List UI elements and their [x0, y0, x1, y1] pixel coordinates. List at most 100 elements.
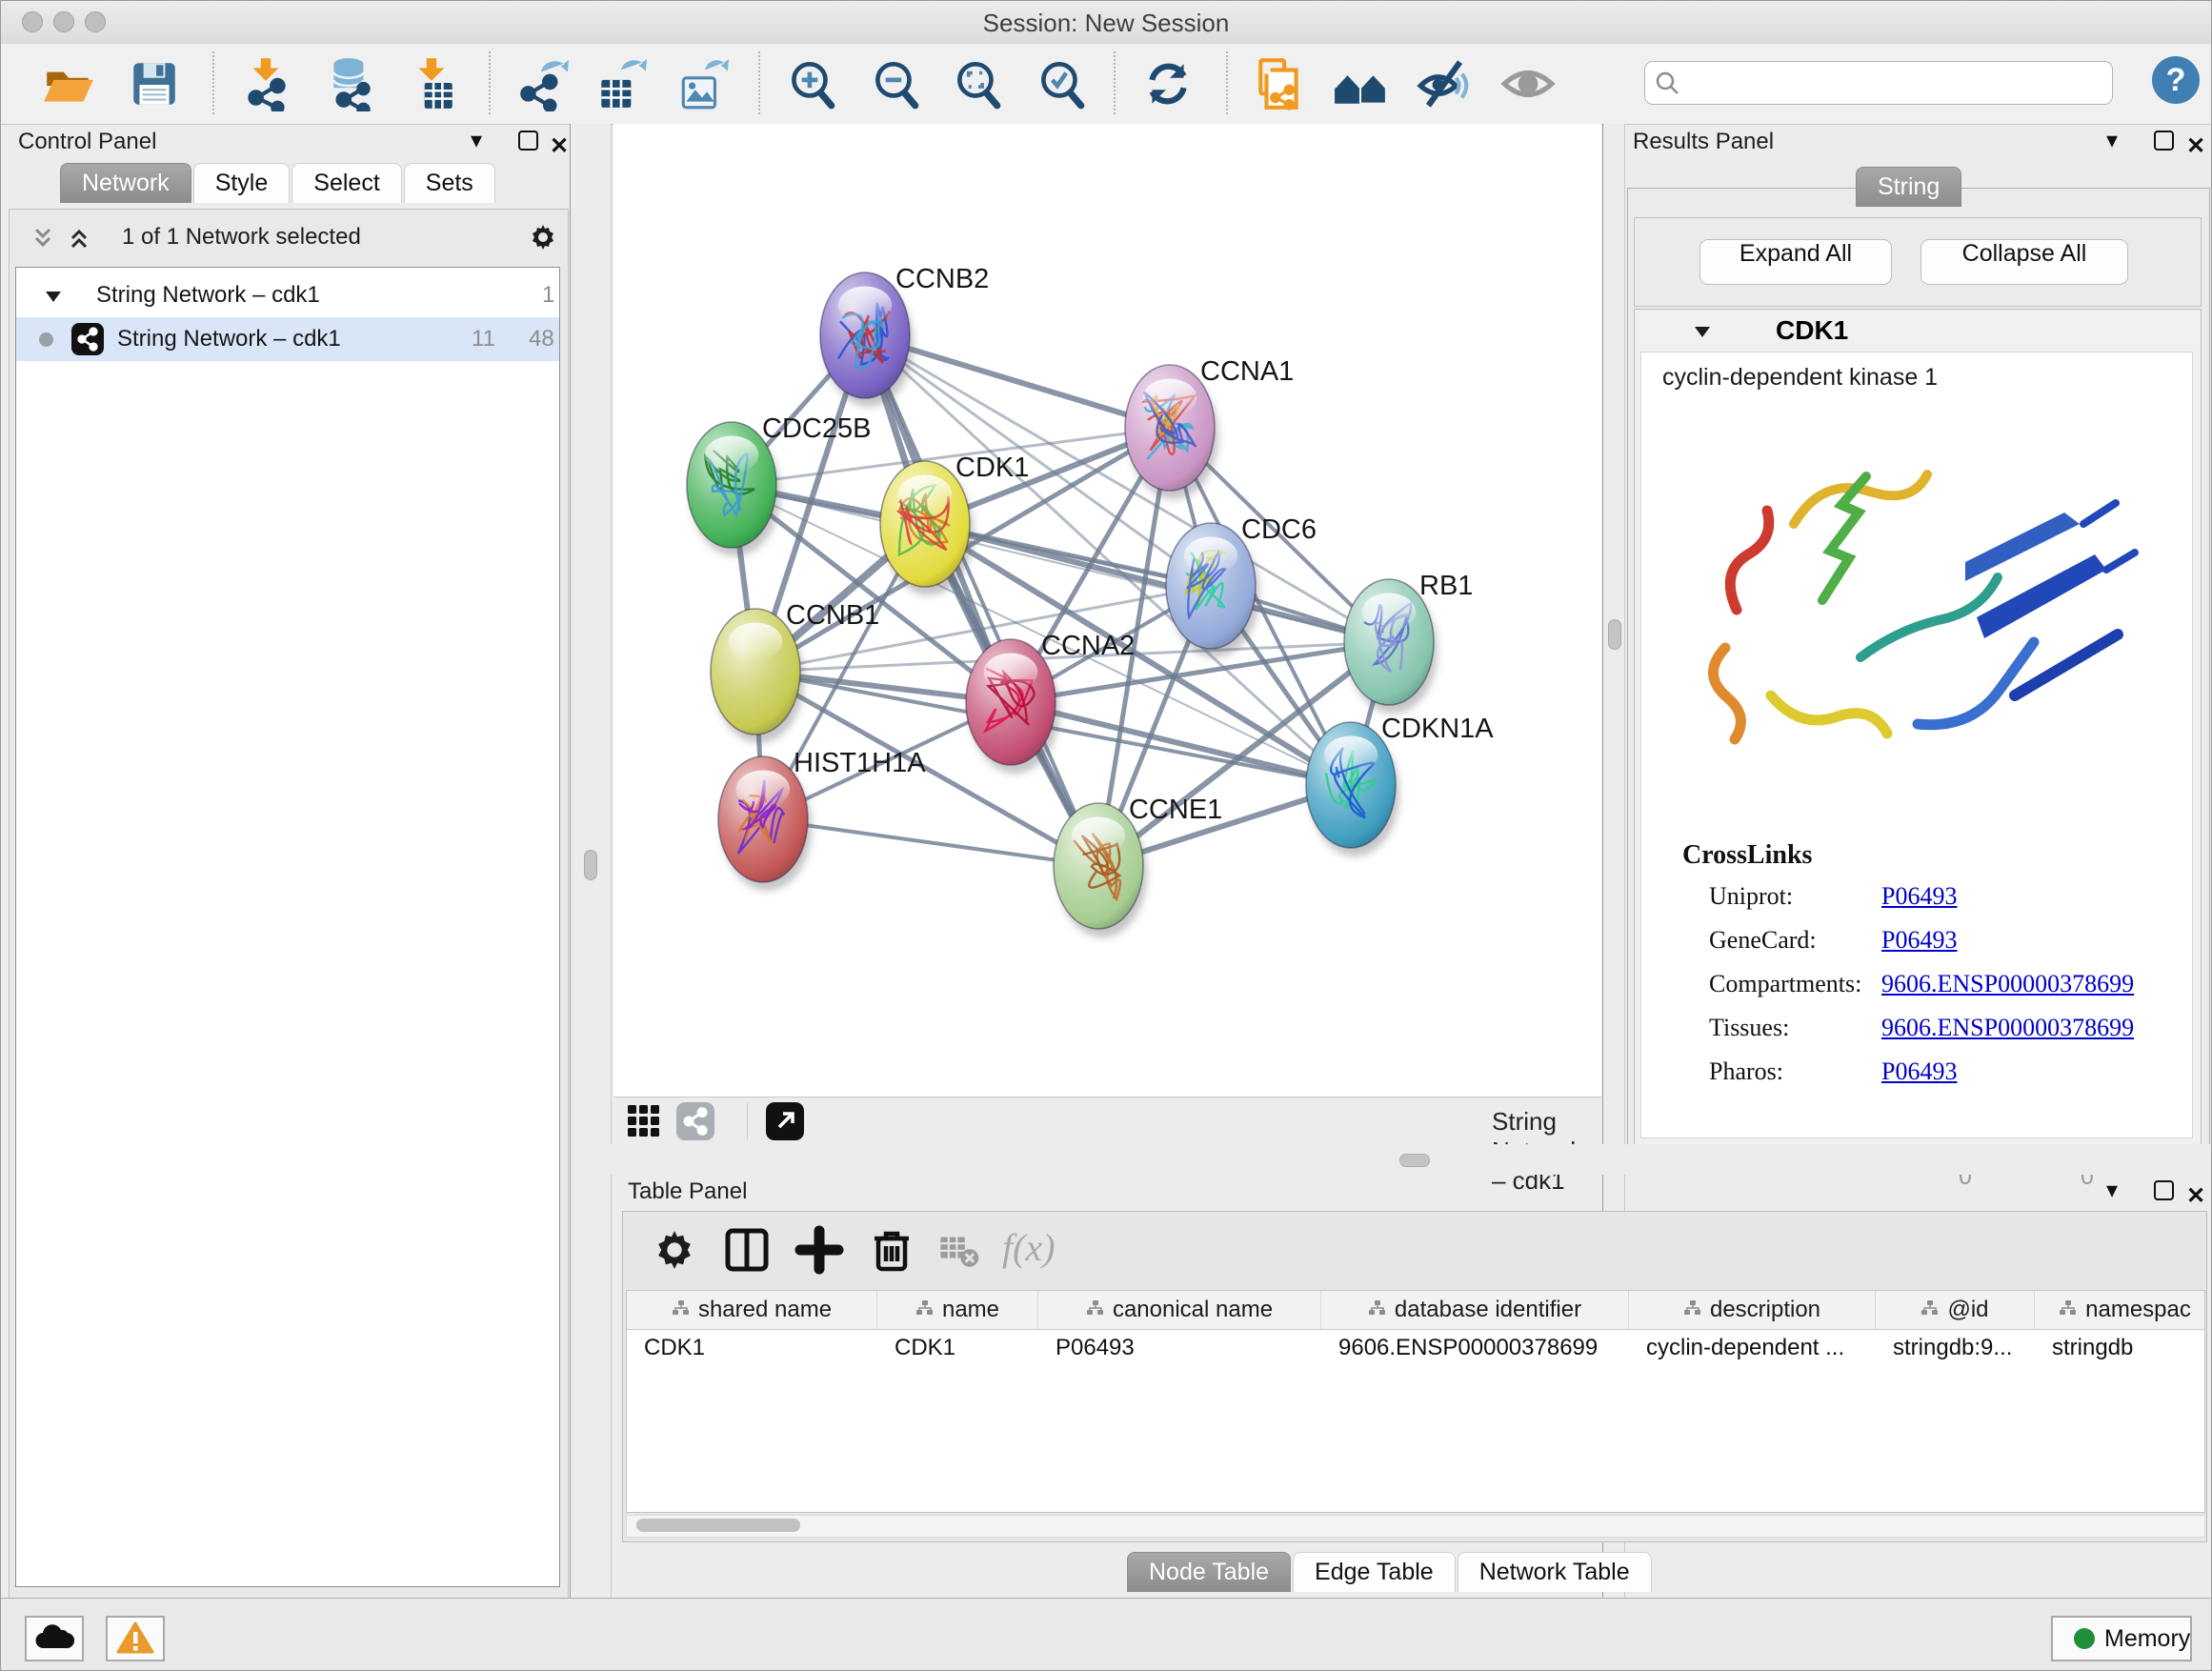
network-canvas[interactable]: CCNB2CCNA1CDC25BCDK1CDC6RB1CCNB1CCNA2CDK…: [613, 124, 1601, 1097]
table-options-gear-icon[interactable]: [650, 1225, 699, 1275]
collapse-all-chevron-icon[interactable]: [29, 224, 57, 252]
network-options-gear-icon[interactable]: [527, 221, 559, 253]
export-network-icon[interactable]: [515, 56, 571, 111]
delete-column-trash-icon[interactable]: [867, 1225, 916, 1275]
crosslink-value-link[interactable]: P06493: [1881, 1057, 1957, 1086]
edge-HIST1H1A-CCNE1[interactable]: [763, 819, 1098, 866]
warning-status-button[interactable]: [106, 1616, 165, 1661]
import-network-from-database-icon[interactable]: [323, 56, 378, 111]
section-collapse-triangle-icon[interactable]: [1692, 321, 1713, 342]
control-panel-maximize-icon[interactable]: [518, 131, 538, 151]
help-button[interactable]: ?: [2152, 56, 2200, 104]
column-header-description[interactable]: description: [1629, 1291, 1876, 1329]
open-in-window-icon[interactable]: [766, 1102, 804, 1140]
table-panel-float-icon[interactable]: ▾: [2106, 1177, 2118, 1204]
column-header--id[interactable]: @id: [1876, 1291, 2035, 1329]
results-panel-maximize-icon[interactable]: [2154, 131, 2174, 151]
add-column-plus-icon[interactable]: [794, 1225, 844, 1275]
table-cell[interactable]: cyclin-dependent ...: [1629, 1329, 1876, 1367]
crosslink-value-link[interactable]: P06493: [1881, 882, 1957, 911]
horizontal-splitter-handle[interactable]: [1399, 1154, 1430, 1167]
import-table-from-file-icon[interactable]: [405, 56, 460, 111]
node-CDC25B[interactable]: CDC25B: [687, 413, 871, 556]
left-splitter[interactable]: [570, 124, 612, 1598]
tab-string[interactable]: String: [1856, 167, 1961, 207]
horizontal-splitter[interactable]: [611, 1144, 2212, 1175]
birdseye-grid-icon[interactable]: [625, 1102, 663, 1140]
results-panel-float-icon[interactable]: ▾: [2106, 127, 2118, 154]
expand-all-chevron-icon[interactable]: [65, 224, 93, 252]
first-neighbors-houses-icon[interactable]: [1333, 56, 1388, 111]
node-CCNE1[interactable]: CCNE1: [1054, 795, 1222, 937]
zoom-selected-icon[interactable]: [1034, 56, 1089, 111]
import-network-from-file-icon[interactable]: [239, 56, 294, 111]
crosslink-value-link[interactable]: 9606.ENSP00000378699: [1881, 970, 2134, 998]
export-table-icon[interactable]: [593, 56, 649, 111]
crosslink-value-link[interactable]: P06493: [1881, 926, 1957, 955]
export-image-icon[interactable]: [675, 56, 731, 111]
pan-crosshair-icon[interactable]: [1555, 1101, 1595, 1141]
results-panel-close-icon[interactable]: ✕: [2186, 132, 2205, 160]
tab-edge-table[interactable]: Edge Table: [1293, 1552, 1456, 1592]
clone-network-icon[interactable]: [1253, 56, 1308, 111]
edge-CCNB2-CCNE1[interactable]: [865, 335, 1098, 866]
search-input[interactable]: [1644, 61, 2113, 105]
tab-select[interactable]: Select: [292, 163, 401, 203]
tab-sets[interactable]: Sets: [404, 163, 495, 203]
table-cell[interactable]: P06493: [1038, 1329, 1321, 1367]
delete-table-icon[interactable]: [937, 1225, 979, 1275]
node-CCNA1[interactable]: CCNA1: [1125, 356, 1294, 499]
node-CCNB1[interactable]: CCNB1: [711, 600, 879, 743]
hide-selected-eye-slash-icon[interactable]: [1417, 56, 1472, 111]
collapse-all-button[interactable]: Collapse All: [1920, 239, 2128, 285]
scrollbar-thumb[interactable]: [636, 1519, 800, 1532]
function-builder-icon[interactable]: f(x): [1002, 1225, 1056, 1275]
show-all-eye-icon[interactable]: [1500, 56, 1556, 111]
tab-network[interactable]: Network: [60, 163, 191, 203]
table-cell[interactable]: CDK1: [627, 1329, 877, 1367]
open-session-icon[interactable]: [41, 56, 96, 111]
table-cell[interactable]: stringdb:9...: [1876, 1329, 2035, 1367]
table-cell[interactable]: stringdb: [2035, 1329, 2205, 1367]
refresh-network-icon[interactable]: [1140, 56, 1196, 111]
network-graph[interactable]: CCNB2CCNA1CDC25BCDK1CDC6RB1CCNB1CCNA2CDK…: [613, 124, 1601, 1097]
zoom-in-icon[interactable]: [784, 56, 839, 111]
node-RB1[interactable]: RB1: [1344, 571, 1473, 714]
table-horizontal-scrollbar[interactable]: [626, 1515, 2205, 1538]
column-header-shared-name[interactable]: shared name: [627, 1291, 877, 1329]
table-panel-maximize-icon[interactable]: [2154, 1180, 2174, 1200]
column-header-name[interactable]: name: [877, 1291, 1038, 1329]
edge-CDK1-RB1[interactable]: [925, 524, 1389, 642]
tree-expand-triangle-icon[interactable]: [43, 286, 64, 307]
tab-network-table[interactable]: Network Table: [1458, 1552, 1652, 1592]
table-cell[interactable]: CDK1: [877, 1329, 1038, 1367]
node-HIST1H1A[interactable]: HIST1H1A: [718, 748, 926, 891]
control-panel-close-icon[interactable]: ✕: [550, 132, 569, 160]
crosslink-value-link[interactable]: 9606.ENSP00000378699: [1881, 1014, 2134, 1042]
network-collection-row[interactable]: String Network – cdk1 1: [16, 273, 559, 317]
tab-style[interactable]: Style: [193, 163, 291, 203]
network-share-toggle-icon[interactable]: [676, 1102, 714, 1140]
node-CDKN1A[interactable]: CDKN1A: [1306, 714, 1494, 856]
memory-button[interactable]: Memory: [2051, 1616, 2192, 1661]
save-session-icon[interactable]: [127, 56, 182, 111]
column-header-database-identifier[interactable]: database identifier: [1321, 1291, 1629, 1329]
control-panel-float-icon[interactable]: ▾: [471, 127, 482, 154]
zoom-out-icon[interactable]: [868, 56, 923, 111]
node-CCNA2[interactable]: CCNA2: [966, 631, 1135, 774]
show-columns-icon[interactable]: [722, 1225, 772, 1275]
column-header-canonical-name[interactable]: canonical name: [1038, 1291, 1321, 1329]
node-CCNB2[interactable]: CCNB2: [820, 264, 989, 407]
expand-all-button[interactable]: Expand All: [1699, 239, 1892, 285]
protein-section-header[interactable]: CDK1: [1635, 310, 2201, 352]
network-row-selected[interactable]: String Network – cdk1 11 48: [16, 317, 559, 361]
table-cell[interactable]: 9606.ENSP00000378699: [1321, 1329, 1629, 1367]
column-header-namespac[interactable]: namespac: [2035, 1291, 2205, 1329]
tab-node-table[interactable]: Node Table: [1127, 1552, 1291, 1592]
cloud-status-button[interactable]: [25, 1616, 84, 1661]
table-panel-close-icon[interactable]: ✕: [2186, 1182, 2205, 1210]
zoom-fit-content-icon[interactable]: [950, 56, 1005, 111]
left-splitter-handle[interactable]: [584, 850, 597, 880]
right-splitter-handle[interactable]: [1608, 619, 1621, 650]
table-row[interactable]: CDK1CDK1P064939606.ENSP00000378699cyclin…: [627, 1329, 2205, 1367]
